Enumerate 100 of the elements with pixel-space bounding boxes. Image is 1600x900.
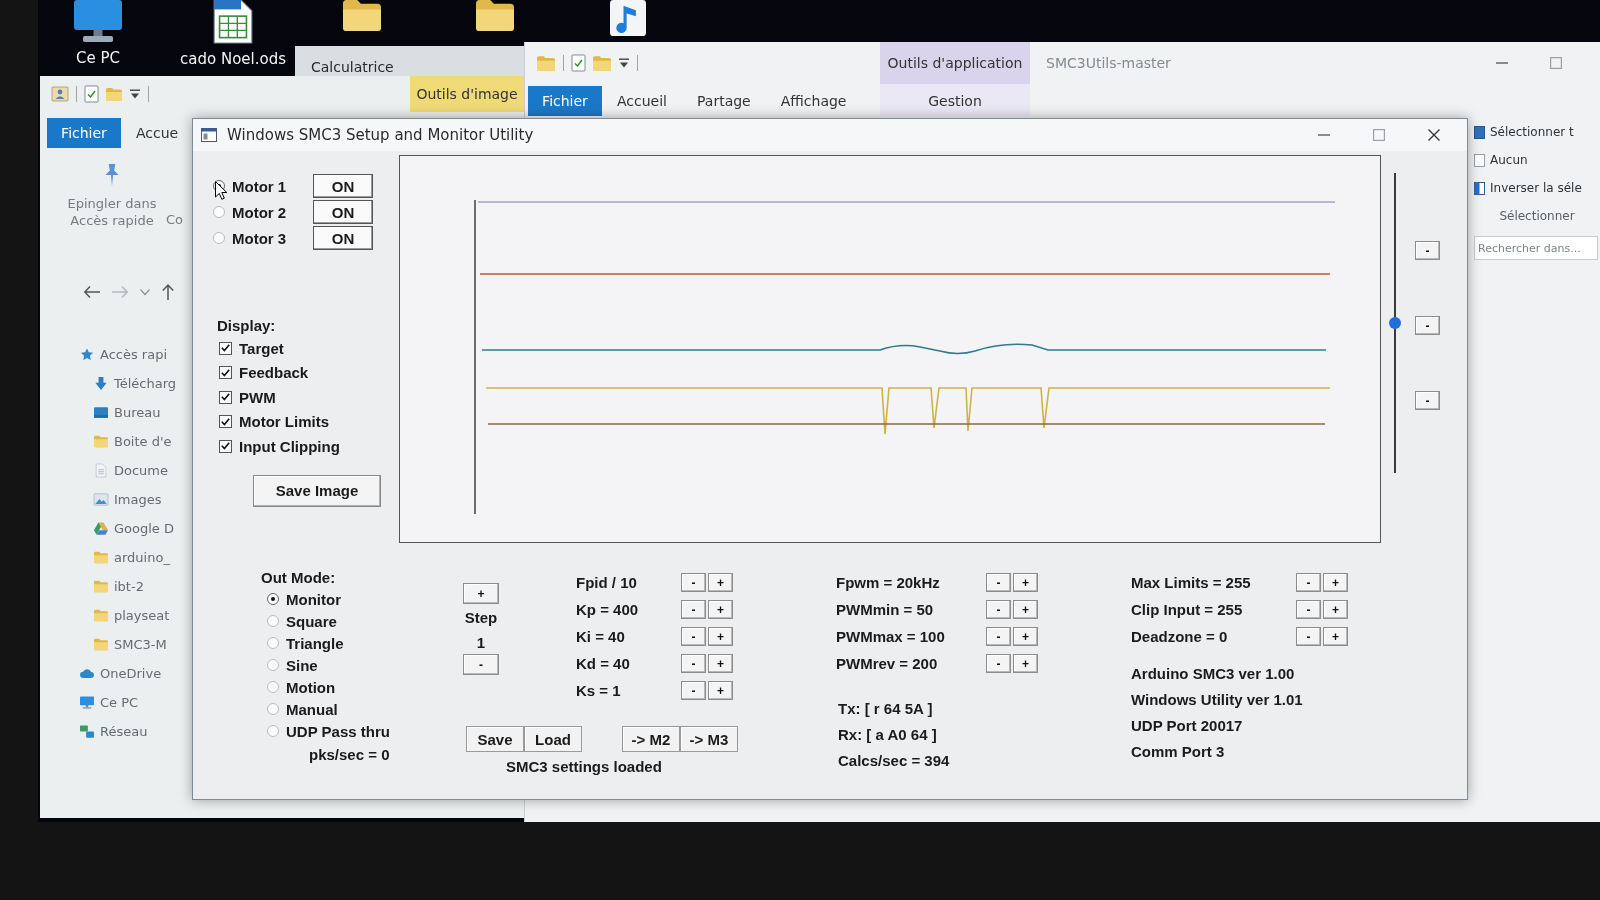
maximize-icon[interactable]: [1550, 57, 1562, 69]
up-arrow-icon[interactable]: [162, 284, 174, 300]
nav-item[interactable]: SMC3-M: [94, 637, 167, 652]
contact-card-icon[interactable]: [52, 87, 68, 101]
decrease-button[interactable]: -: [681, 600, 706, 619]
radio-button[interactable]: [267, 725, 279, 737]
dropdown-icon[interactable]: [619, 58, 629, 68]
selection-command[interactable]: Sélectionner t: [1474, 118, 1600, 146]
motor-option[interactable]: Motor 2: [213, 199, 307, 225]
decrease-button[interactable]: -: [1296, 600, 1321, 619]
decrease-button[interactable]: -: [986, 600, 1011, 619]
folder-icon[interactable]: [476, 0, 514, 31]
caret-icon[interactable]: [140, 289, 150, 295]
radio-button[interactable]: [213, 206, 225, 218]
mode-option[interactable]: Motion: [267, 676, 451, 698]
radio-button[interactable]: [267, 681, 279, 693]
nav-item[interactable]: Bureau: [94, 405, 161, 420]
increase-button[interactable]: +: [1013, 573, 1038, 592]
nav-item[interactable]: Télécharg: [94, 376, 177, 391]
decrease-button[interactable]: -: [681, 573, 706, 592]
motor-on-button[interactable]: ON: [313, 174, 373, 198]
increase-button[interactable]: +: [1013, 627, 1038, 646]
checkbox[interactable]: [219, 439, 232, 453]
scale-button[interactable]: -: [1415, 391, 1440, 410]
ribbon-command[interactable]: Co: [166, 212, 184, 227]
decrease-button[interactable]: -: [986, 627, 1011, 646]
display-option[interactable]: PWM: [219, 385, 399, 410]
increase-button[interactable]: +: [708, 681, 733, 700]
ribbon-tab[interactable]: Accueil: [602, 86, 682, 116]
ribbon-tab[interactable]: Partage: [682, 86, 766, 116]
radio-button[interactable]: [213, 232, 225, 244]
selection-command[interactable]: Inverser la séle: [1474, 174, 1600, 202]
radio-button[interactable]: [267, 659, 279, 671]
search-field[interactable]: Rechercher dans...: [1474, 236, 1598, 260]
file-tab[interactable]: Fichier: [47, 118, 121, 148]
increase-button[interactable]: +: [1323, 627, 1348, 646]
desktop-icon-label[interactable]: Ce PC: [76, 49, 120, 67]
motor-on-button[interactable]: ON: [313, 226, 373, 250]
decrease-button[interactable]: -: [986, 654, 1011, 673]
decrease-button[interactable]: -: [681, 627, 706, 646]
display-option[interactable]: Input Clipping: [219, 434, 399, 459]
save-image-button[interactable]: Save Image: [253, 474, 381, 507]
decrease-button[interactable]: -: [1296, 573, 1321, 592]
spreadsheet-icon[interactable]: [214, 0, 252, 43]
nav-item[interactable]: Ce PC: [80, 695, 139, 710]
checklist-icon[interactable]: [85, 86, 98, 102]
decrease-button[interactable]: -: [1296, 627, 1321, 646]
file-tab[interactable]: Fichier: [528, 86, 602, 116]
pin-button[interactable]: Epingler dans Accès rapide: [62, 164, 162, 230]
monitor-icon[interactable]: [74, 0, 122, 42]
scale-button[interactable]: -: [1415, 316, 1440, 335]
checkbox[interactable]: [219, 415, 232, 429]
mode-option[interactable]: Manual: [267, 698, 451, 720]
checkbox[interactable]: [219, 390, 232, 404]
folder-icon[interactable]: [343, 0, 381, 31]
mode-option[interactable]: UDP Pass thru: [267, 720, 451, 742]
increase-button[interactable]: +: [708, 627, 733, 646]
mode-option[interactable]: Square: [267, 610, 451, 632]
display-option[interactable]: Feedback: [219, 360, 399, 385]
display-option[interactable]: Motor Limits: [219, 409, 399, 434]
increase-button[interactable]: +: [1323, 573, 1348, 592]
mode-option[interactable]: Triangle: [267, 632, 451, 654]
nav-item[interactable]: Images: [94, 492, 162, 507]
decrease-button[interactable]: -: [986, 573, 1011, 592]
back-arrow-icon[interactable]: [84, 286, 100, 298]
ribbon-tab[interactable]: Affichage: [765, 86, 862, 116]
mode-option[interactable]: Monitor: [267, 588, 451, 610]
decrease-button[interactable]: -: [681, 681, 706, 700]
ribbon-tab[interactable]: Accue: [121, 118, 194, 148]
motor-option[interactable]: Motor 3: [213, 225, 307, 251]
music-note-icon[interactable]: [610, 0, 646, 36]
file-button[interactable]: Save: [466, 726, 524, 752]
dropdown-icon[interactable]: [130, 89, 140, 99]
increase-button[interactable]: +: [1013, 654, 1038, 673]
slider-thumb[interactable]: [1389, 317, 1401, 329]
maximize-icon[interactable]: [1372, 129, 1385, 141]
scale-button[interactable]: -: [1415, 241, 1440, 260]
checklist-icon[interactable]: [572, 55, 585, 71]
desktop-icon-label[interactable]: cado Noel.ods: [180, 50, 286, 68]
file-button[interactable]: Load: [524, 726, 582, 752]
nav-item[interactable]: playseat: [94, 608, 170, 623]
nav-item[interactable]: Boite d'e: [94, 434, 172, 449]
copy-button[interactable]: -> M2: [622, 726, 680, 752]
increase-button[interactable]: +: [463, 583, 499, 604]
radio-button[interactable]: [267, 637, 279, 649]
radio-button[interactable]: [267, 593, 279, 605]
increase-button[interactable]: +: [708, 573, 733, 592]
close-icon[interactable]: [1427, 129, 1440, 141]
nav-item[interactable]: OneDrive: [80, 666, 162, 681]
nav-item[interactable]: Docume: [94, 463, 168, 478]
mode-option[interactable]: Sine: [267, 654, 451, 676]
copy-button[interactable]: -> M3: [680, 726, 738, 752]
radio-button[interactable]: [267, 615, 279, 627]
nav-item[interactable]: Accès rapi: [80, 347, 168, 362]
nav-item[interactable]: Réseau: [80, 724, 148, 739]
selection-command[interactable]: Aucun: [1474, 146, 1600, 174]
increase-button[interactable]: +: [708, 600, 733, 619]
nav-item[interactable]: ibt-2: [94, 579, 144, 594]
radio-button[interactable]: [267, 703, 279, 715]
nav-item[interactable]: arduino_: [94, 550, 170, 565]
